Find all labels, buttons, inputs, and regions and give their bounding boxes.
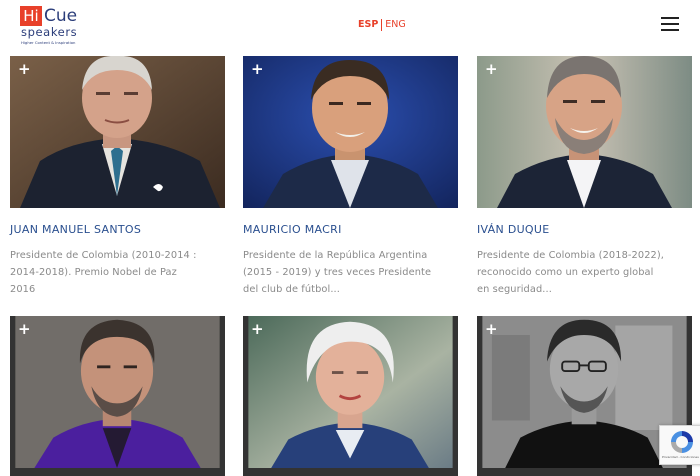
description-line: 2014-2018). Premio Nobel de Paz [10, 267, 177, 278]
speaker-photo[interactable]: + [10, 316, 225, 476]
speaker-card-5[interactable]: + [243, 316, 458, 476]
speaker-card-santos[interactable]: + JUAN MANUEL SANTOS Presidente de Colom… [10, 56, 225, 298]
plus-icon[interactable]: + [251, 322, 264, 337]
description-line: Presidente de Colombia (2018-2022), [477, 250, 665, 261]
hicue-logo[interactable]: Hi Cue speakers Higher Content & Inspira… [20, 6, 90, 46]
description-line: Presidente de Colombia (2010-2014 : [10, 250, 197, 261]
recaptcha-badge[interactable]: Privacidad - Condiciones [659, 425, 700, 465]
recaptcha-text: Privacidad - Condiciones [662, 455, 699, 459]
speaker-name[interactable]: JUAN MANUEL SANTOS [10, 222, 225, 238]
speaker-description: Presidente de la República Argentina (20… [243, 247, 458, 298]
lang-esp-link[interactable]: ESP [358, 19, 378, 30]
description-line: (2015 - 2019) y tres veces Presidente [243, 267, 432, 278]
speaker-portrait-4 [15, 316, 220, 468]
speaker-photo[interactable]: + [10, 56, 225, 208]
speaker-portrait-duque [477, 56, 692, 208]
plus-icon[interactable]: + [251, 62, 264, 77]
speaker-name[interactable]: MAURICIO MACRI [243, 222, 458, 238]
menu-bar [661, 23, 679, 26]
plus-icon[interactable]: + [485, 322, 498, 337]
speaker-portrait-macri [243, 56, 458, 208]
menu-bar [661, 17, 679, 20]
speaker-photo[interactable]: + [243, 316, 458, 476]
menu-bar [661, 29, 679, 32]
speaker-card-4[interactable]: + [10, 316, 225, 476]
plus-icon[interactable]: + [18, 62, 31, 77]
description-line: del club de fútbol... [243, 284, 340, 295]
speaker-description: Presidente de Colombia (2010-2014 : 2014… [10, 247, 225, 298]
speaker-photo[interactable]: + [243, 56, 458, 208]
speaker-portrait-santos [10, 56, 225, 208]
speaker-photo[interactable]: + [477, 56, 692, 208]
logo-speakers: speakers [21, 25, 78, 39]
description-line: en seguridad... [477, 284, 552, 295]
speaker-card-duque[interactable]: + IVÁN DUQUE Presidente de Colombia (201… [477, 56, 692, 298]
description-line: Presidente de la República Argentina [243, 250, 428, 261]
logo-tagline: Higher Content & Inspiration [21, 40, 76, 45]
logo-hi: Hi [20, 6, 42, 26]
plus-icon[interactable]: + [18, 322, 31, 337]
speaker-description: Presidente de Colombia (2018-2022), reco… [477, 247, 692, 298]
speaker-portrait-5 [248, 316, 453, 468]
plus-icon[interactable]: + [485, 62, 498, 77]
site-header: Hi Cue speakers Higher Content & Inspira… [0, 0, 700, 55]
speaker-card-macri[interactable]: + MAURICIO MACRI Presidente de la Repúbl… [243, 56, 458, 298]
speaker-name[interactable]: IVÁN DUQUE [477, 222, 692, 238]
recaptcha-icon [671, 431, 693, 453]
description-line: 2016 [10, 284, 36, 295]
language-switcher: ESP ENG [358, 19, 406, 31]
lang-eng-link[interactable]: ENG [385, 19, 405, 30]
logo-cue: Cue [44, 6, 78, 26]
description-line: reconocido como un experto global [477, 267, 654, 278]
menu-icon[interactable] [661, 17, 679, 32]
lang-divider [381, 19, 383, 31]
